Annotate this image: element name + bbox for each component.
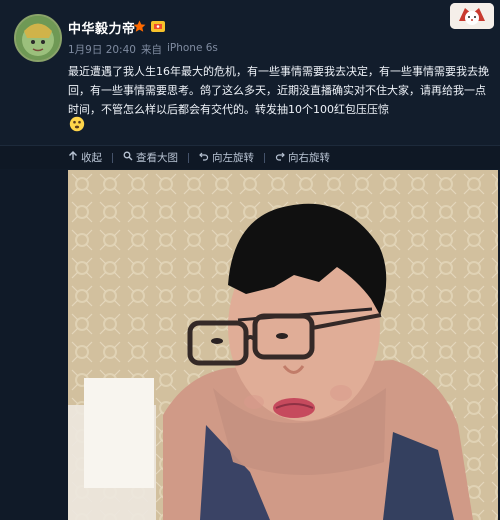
vip-badge-icon xyxy=(150,18,166,37)
image-toolbar: 收起 查看大图 向左旋转 向右旋转 xyxy=(0,145,500,169)
search-icon xyxy=(123,151,133,164)
rotate-left-icon xyxy=(199,151,209,164)
toolbar-divider xyxy=(264,152,265,163)
current-user-avatar[interactable] xyxy=(450,3,494,29)
collect-label: 收起 xyxy=(81,152,102,164)
rotate-left-button[interactable]: 向左旋转 xyxy=(199,150,254,165)
post-photo-illustration xyxy=(68,170,498,520)
star-badge-icon xyxy=(133,18,146,37)
shocked-face-icon xyxy=(69,116,85,136)
post-meta: 1月9日 20:40 来自 iPhone 6s xyxy=(68,42,218,57)
rotate-right-icon xyxy=(275,151,285,164)
rotate-right-button[interactable]: 向右旋转 xyxy=(275,150,330,165)
post-header: 中华毅力帝 1月9日 20:40 来自 iPhone 6s 最近遭遇了我人生16… xyxy=(0,0,500,145)
view-large-button[interactable]: 查看大图 xyxy=(123,150,178,165)
collect-button[interactable]: 收起 xyxy=(68,150,102,165)
post-photo[interactable] xyxy=(68,170,498,520)
user-badges xyxy=(133,18,166,37)
post-text: 最近遭遇了我人生16年最大的危机，有一些事情需要我去决定，有一些事情需要我去挽回… xyxy=(68,65,489,116)
avatar[interactable] xyxy=(14,14,62,62)
view-large-label: 查看大图 xyxy=(136,152,178,164)
rotate-left-label: 向左旋转 xyxy=(212,152,254,164)
toolbar-divider xyxy=(188,152,189,163)
up-arrow-icon xyxy=(68,151,78,164)
toolbar-divider xyxy=(112,152,113,163)
post-source[interactable]: iPhone 6s xyxy=(167,42,218,57)
rotate-right-label: 向右旋转 xyxy=(288,152,330,164)
post-time[interactable]: 1月9日 20:40 xyxy=(68,42,136,57)
username[interactable]: 中华毅力帝 xyxy=(68,18,136,37)
source-prefix: 来自 xyxy=(140,44,162,56)
